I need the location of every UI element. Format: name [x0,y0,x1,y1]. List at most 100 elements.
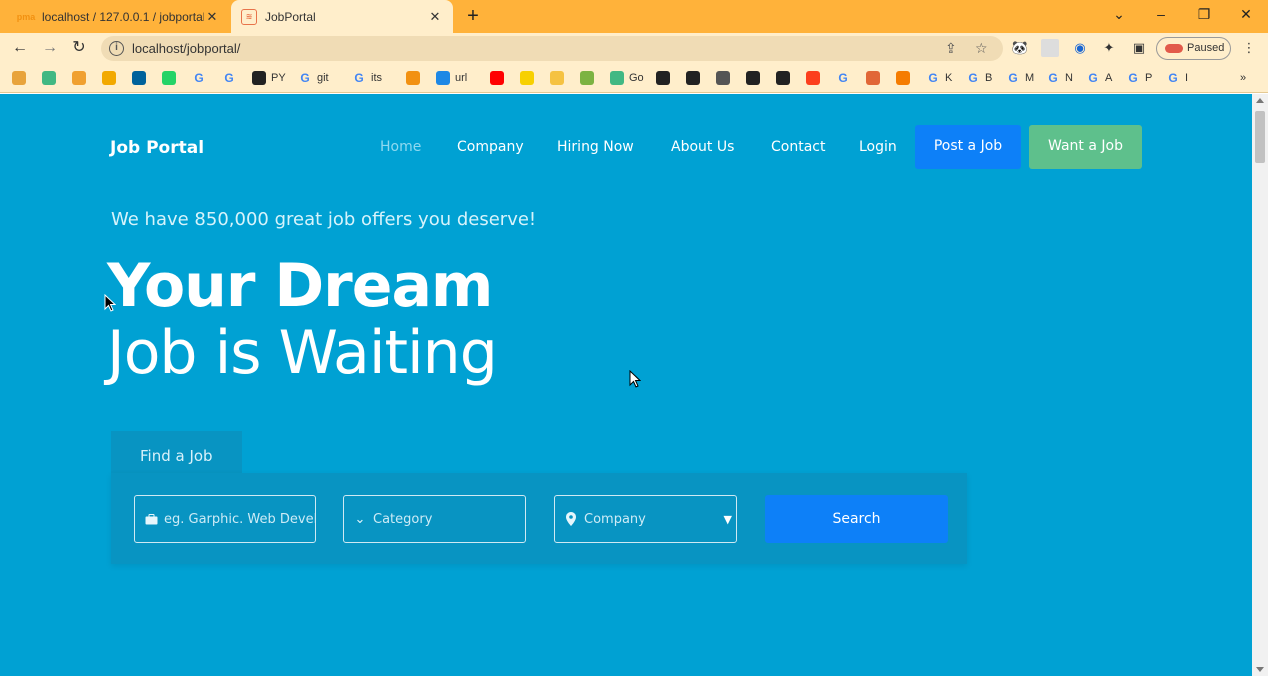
menu-kebab-icon[interactable]: ⋮ [1240,39,1258,57]
matlab-icon [866,71,880,85]
extensions-puzzle-icon[interactable]: ✦ [1100,39,1118,57]
bookmark-item[interactable] [42,70,56,86]
share-icon[interactable]: ⇪ [945,40,957,57]
side-panel-icon[interactable]: ▣ [1130,39,1148,57]
bookmark-item[interactable]: G [192,70,206,86]
keyword-input[interactable]: eg. Garphic. Web Develc [134,495,316,543]
back-button[interactable]: ← [9,37,31,59]
google-icon: G [300,71,310,85]
bookmark-item[interactable]: GA [1086,70,1112,86]
bookmark-item[interactable]: G [222,70,236,86]
nav-home-link[interactable]: Home [380,139,421,155]
bookmark-item[interactable] [102,70,116,86]
code-icon [686,71,700,85]
bookmark-item[interactable]: GK [926,70,952,86]
google-icon: G [224,71,234,85]
bookmark-item[interactable] [162,70,176,86]
bookmark-item[interactable] [896,70,910,86]
bookmark-item[interactable] [490,70,504,86]
forward-button[interactable]: → [39,37,61,59]
box-icon [72,71,86,85]
tab-search-chevron-icon[interactable]: ⌄ [1107,4,1131,24]
bookmark-item[interactable] [520,70,534,86]
bookmark-item[interactable] [806,70,820,86]
close-icon[interactable]: ✕ [427,9,443,25]
company-select[interactable]: Company ▼ [554,495,737,543]
reload-button[interactable]: ↻ [68,37,90,59]
bookmark-item[interactable] [12,70,26,86]
post-job-button[interactable]: Post a Job [915,125,1021,169]
globe-icon [776,71,790,85]
google-icon: G [1048,71,1058,85]
bookmark-item[interactable]: url [436,70,467,86]
profile-paused-button[interactable]: Paused [1156,37,1231,60]
minimize-button[interactable]: – [1149,4,1173,24]
bolt-icon [656,71,670,85]
nav-contact-link[interactable]: Contact [771,139,825,155]
close-window-button[interactable]: ✕ [1234,4,1258,24]
extension-icon[interactable] [1041,39,1059,57]
company-placeholder: Company [584,511,646,527]
nav-login-link[interactable]: Login [859,139,897,155]
bookmark-item[interactable]: PY [252,70,286,86]
bookmark-item[interactable] [406,70,420,86]
bookmark-item[interactable] [72,70,86,86]
scroll-down-icon[interactable] [1256,667,1264,672]
profile-avatar-icon [1165,44,1183,53]
browser-toolbar: ← → ↻ i localhost/jobportal/ ⇪ ☆ 🐼 ◉ ✦ ▣… [0,33,1268,64]
bookmark-label: N [1065,72,1073,84]
bookmark-item[interactable]: GP [1126,70,1152,86]
bookmark-item[interactable]: GI [1166,70,1188,86]
brand-logo[interactable]: Job Portal [110,138,204,158]
search-button[interactable]: Search [765,495,948,543]
bookmark-label: PY [271,72,286,84]
nav-company-link[interactable]: Company [457,139,524,155]
bookmark-item[interactable] [716,70,730,86]
hero-title-light: Job is Waiting [107,318,498,388]
bookmark-item[interactable] [746,70,760,86]
bookmark-item[interactable]: Gits [352,70,382,86]
bookmark-label: P [1145,72,1153,84]
bookmark-label: git [317,72,329,84]
bookmark-item[interactable] [776,70,790,86]
tab-phpmyadmin[interactable]: pma localhost / 127.0.0.1 / jobportal / … [8,0,230,33]
scroll-up-icon[interactable] [1256,98,1264,103]
bookmark-item[interactable] [866,70,880,86]
panda-extension-icon[interactable]: 🐼 [1011,39,1029,57]
google-icon: G [968,71,978,85]
restore-button[interactable]: ❐ [1192,4,1216,24]
category-placeholder: Category [373,511,433,527]
bookmarks-bar: G G PY Ggit Gits url Go G G K G B G M G N G A G P G I» [0,64,1268,93]
bookmark-item[interactable] [550,70,564,86]
rainbow-icon [436,71,450,85]
leaf-icon [610,71,624,85]
category-select[interactable]: ⌄ Category [343,495,526,543]
keyword-placeholder: eg. Garphic. Web Develc [164,511,316,527]
nav-hiring-now-link[interactable]: Hiring Now [557,139,634,155]
scrollbar-thumb[interactable] [1255,111,1265,163]
site-info-icon[interactable]: i [109,41,124,56]
page-scrollbar[interactable] [1252,94,1268,676]
address-bar[interactable]: i localhost/jobportal/ ⇪ ☆ [101,36,1003,61]
more-bookmarks-chevron-icon[interactable]: » [1240,70,1246,86]
vpn-extension-icon[interactable]: ◉ [1071,39,1089,57]
new-tab-button[interactable]: + [462,5,484,27]
bookmark-item[interactable]: GB [966,70,992,86]
leaf-icon [42,71,56,85]
bookmark-item[interactable]: Go [610,70,644,86]
bookmark-item[interactable]: GN [1046,70,1073,86]
bookmark-item[interactable]: Ggit [298,70,329,86]
bookmark-item[interactable] [580,70,594,86]
bookmark-item[interactable] [656,70,670,86]
bookmark-item[interactable]: GM [1006,70,1034,86]
bookmark-star-icon[interactable]: ☆ [975,40,988,57]
tab-jobportal[interactable]: ≋ JobPortal ✕ [231,0,453,33]
bookmark-item[interactable] [132,70,146,86]
bookmark-item[interactable]: G [836,70,850,86]
bookmark-item[interactable] [686,70,700,86]
find-job-tab[interactable]: Find a Job [111,431,242,473]
nav-about-link[interactable]: About Us [671,139,734,155]
close-icon[interactable]: ✕ [204,9,220,25]
want-job-button[interactable]: Want a Job [1029,125,1142,169]
google-icon: G [354,71,364,85]
